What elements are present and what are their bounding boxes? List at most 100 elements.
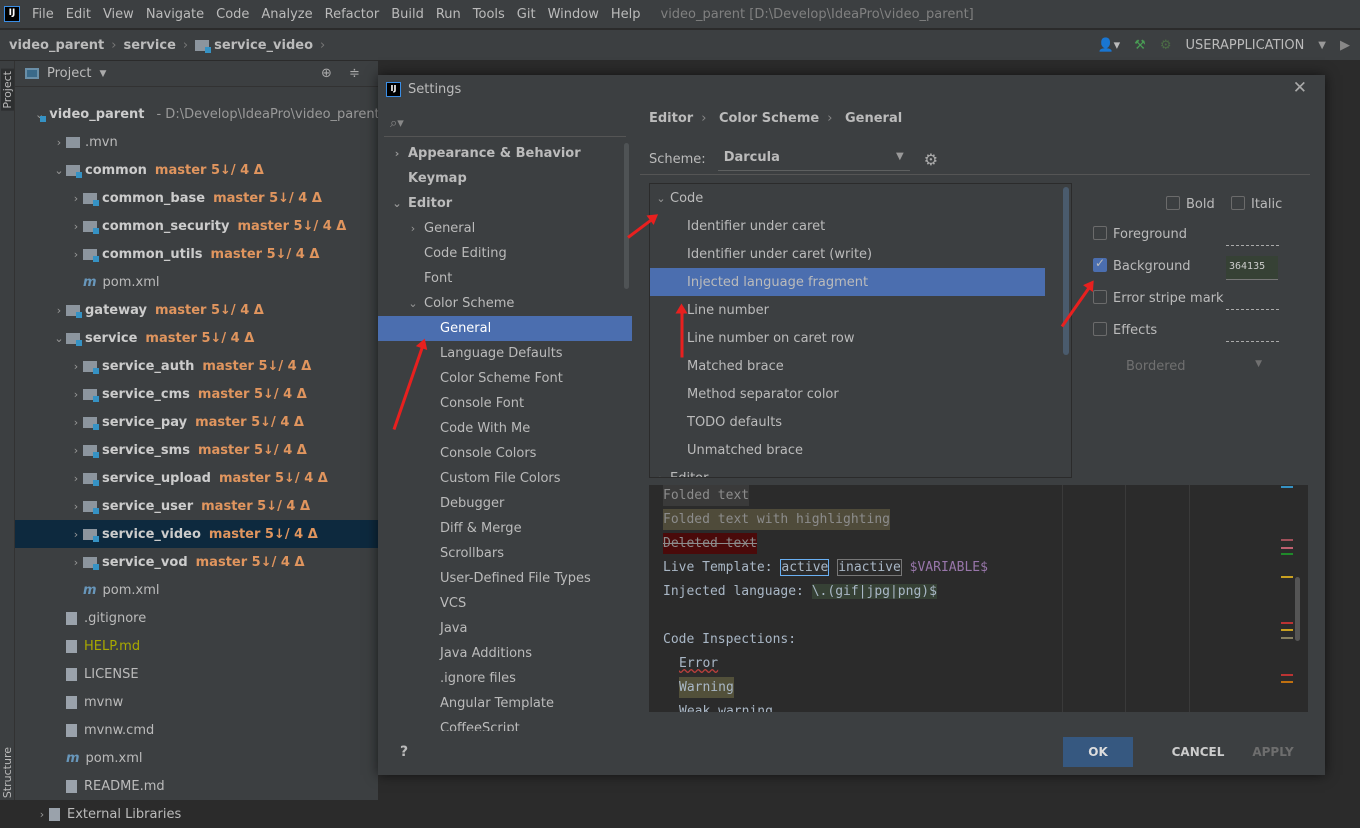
settings-tree-item[interactable]: .ignore files <box>378 666 632 691</box>
project-tree-item[interactable]: ⌄ service master 5↓/ 4 Δ <box>15 324 378 352</box>
project-tree-item[interactable]: mvnw.cmd <box>15 716 378 744</box>
menu-edit[interactable]: Edit <box>60 7 97 22</box>
settings-tree-item[interactable]: Custom File Colors <box>378 466 632 491</box>
chevron-right-icon[interactable]: › <box>69 416 83 429</box>
attribute-item[interactable]: Unmatched brace <box>650 436 1045 464</box>
bold-checkbox[interactable]: Bold <box>1166 196 1215 212</box>
settings-tree-item[interactable]: › Appearance & Behavior <box>378 141 632 166</box>
chevron-right-icon[interactable]: › <box>69 192 83 205</box>
menu-refactor[interactable]: Refactor <box>319 7 386 22</box>
project-tree-item[interactable]: › service_auth master 5↓/ 4 Δ <box>15 352 378 380</box>
chevron-right-icon[interactable]: › <box>69 472 83 485</box>
attribute-list-scrollbar[interactable] <box>1063 187 1069 355</box>
effects-checkbox[interactable]: Effects <box>1093 322 1157 338</box>
settings-tree-item[interactable]: General <box>378 316 632 341</box>
project-tree-item[interactable]: m pom.xml <box>15 744 378 772</box>
project-tree-item[interactable]: › common_utils master 5↓/ 4 Δ <box>15 240 378 268</box>
chevron-right-icon[interactable]: › <box>69 444 83 457</box>
project-tree-item[interactable]: m pom.xml <box>15 268 378 296</box>
settings-tree-scrollbar[interactable] <box>624 143 629 289</box>
chevron-down-icon[interactable]: ▼ <box>99 69 106 79</box>
menu-file[interactable]: File <box>26 7 60 22</box>
chevron-right-icon[interactable]: › <box>69 528 83 541</box>
settings-tree-item[interactable]: Console Colors <box>378 441 632 466</box>
project-tool-tab[interactable]: Project <box>1 69 14 111</box>
settings-tree-item[interactable]: › General <box>378 216 632 241</box>
preview-scrollbar[interactable] <box>1295 577 1300 641</box>
build-hammer-icon[interactable]: ⚒ <box>1134 38 1146 53</box>
settings-search-input[interactable]: ⌕▾ <box>384 111 626 137</box>
settings-tree-item[interactable]: Code Editing <box>378 241 632 266</box>
color-preview-editor[interactable]: Folded text Folded text with highlightin… <box>649 485 1308 712</box>
chevron-down-icon[interactable]: ⌄ <box>654 192 668 205</box>
chevron-right-icon[interactable]: › <box>69 500 83 513</box>
ok-button[interactable]: OK <box>1063 737 1133 767</box>
attribute-item[interactable]: Line number <box>650 296 1045 324</box>
apply-button[interactable]: APPLY <box>1233 737 1313 767</box>
menu-help[interactable]: Help <box>605 7 647 22</box>
settings-tree-item[interactable]: User-Defined File Types <box>378 566 632 591</box>
breadcrumb-service-video[interactable]: service_video <box>214 38 313 53</box>
breadcrumb-service[interactable]: service <box>123 38 175 53</box>
project-tree-item[interactable]: LICENSE <box>15 660 378 688</box>
chevron-right-icon[interactable]: › <box>390 147 404 160</box>
project-tree-item[interactable]: › common_base master 5↓/ 4 Δ <box>15 184 378 212</box>
project-tree-item[interactable]: › service_user master 5↓/ 4 Δ <box>15 492 378 520</box>
attribute-item[interactable]: Injected language fragment <box>650 268 1045 296</box>
dropdown-icon[interactable]: ▼ <box>1318 40 1326 51</box>
menu-run[interactable]: Run <box>430 7 467 22</box>
project-tree-item[interactable]: › service_sms master 5↓/ 4 Δ <box>15 436 378 464</box>
menu-tools[interactable]: Tools <box>467 7 511 22</box>
gear-icon[interactable]: ⚙ <box>924 150 938 169</box>
attribute-group[interactable]: › Editor <box>650 464 1045 478</box>
foreground-color-field[interactable] <box>1226 245 1279 246</box>
project-tree-item[interactable]: ⌄ common master 5↓/ 4 Δ <box>15 156 378 184</box>
settings-tree-item[interactable]: Keymap <box>378 166 632 191</box>
menu-build[interactable]: Build <box>385 7 430 22</box>
chevron-right-icon[interactable]: › <box>654 472 668 478</box>
effects-type-select[interactable]: Bordered ▼ <box>1118 359 1268 379</box>
settings-tree-item[interactable]: ⌄ Editor <box>378 191 632 216</box>
project-tree-item[interactable]: › .mvn <box>15 128 378 156</box>
project-tree-item[interactable]: README.md <box>15 772 378 800</box>
project-tree-item[interactable]: › service_vod master 5↓/ 4 Δ <box>15 548 378 576</box>
project-tree-item[interactable]: ⌄ video_parent - D:\Develop\IdeaPro\video_… <box>15 100 418 128</box>
foreground-checkbox[interactable]: Foreground <box>1093 226 1187 242</box>
settings-tree-item[interactable]: Java Additions <box>378 641 632 666</box>
chevron-right-icon[interactable]: › <box>52 304 66 317</box>
attribute-item[interactable]: Method separator color <box>650 380 1045 408</box>
collapse-all-icon[interactable]: ≑ <box>349 66 360 81</box>
chevron-right-icon[interactable]: › <box>69 220 83 233</box>
settings-tree-item[interactable]: Scrollbars <box>378 541 632 566</box>
menu-view[interactable]: View <box>97 7 140 22</box>
menu-navigate[interactable]: Navigate <box>140 7 210 22</box>
menu-git[interactable]: Git <box>511 7 542 22</box>
project-tree-item[interactable]: › service_video master 5↓/ 4 Δ <box>15 520 378 548</box>
settings-tree-item[interactable]: ⌄ Color Scheme <box>378 291 632 316</box>
error-stripe-color-field[interactable] <box>1226 309 1279 310</box>
scheme-select[interactable]: Darcula ▼ <box>717 147 910 171</box>
settings-tree-item[interactable]: Code With Me <box>378 416 632 441</box>
effects-color-field[interactable] <box>1226 341 1279 342</box>
background-checkbox[interactable]: Background <box>1093 256 1191 274</box>
project-view-selector[interactable]: Project <box>47 66 91 81</box>
attribute-item[interactable]: Line number on caret row <box>650 324 1045 352</box>
attribute-item[interactable]: Identifier under caret (write) <box>650 240 1045 268</box>
chevron-down-icon[interactable]: ⌄ <box>406 297 420 310</box>
locate-icon[interactable]: ⊕ <box>321 66 332 81</box>
chevron-right-icon[interactable]: › <box>35 808 49 821</box>
project-tree-item[interactable]: mvnw <box>15 688 378 716</box>
settings-tree-item[interactable]: Debugger <box>378 491 632 516</box>
chevron-down-icon[interactable]: ⌄ <box>52 164 66 177</box>
project-tree-item[interactable]: HELP.md <box>15 632 378 660</box>
user-icon[interactable]: 👤▾ <box>1097 38 1120 53</box>
attribute-item[interactable]: Identifier under caret <box>650 212 1045 240</box>
menu-code[interactable]: Code <box>210 7 255 22</box>
italic-checkbox[interactable]: Italic <box>1231 196 1282 212</box>
close-icon[interactable]: ✕ <box>1293 78 1307 98</box>
settings-tree-item[interactable]: Angular Template <box>378 691 632 716</box>
help-button[interactable]: ? <box>396 737 412 767</box>
attribute-item[interactable]: TODO defaults <box>650 408 1045 436</box>
background-color-field[interactable]: 364135 <box>1226 256 1278 280</box>
project-tree-item[interactable]: › common_security master 5↓/ 4 Δ <box>15 212 378 240</box>
